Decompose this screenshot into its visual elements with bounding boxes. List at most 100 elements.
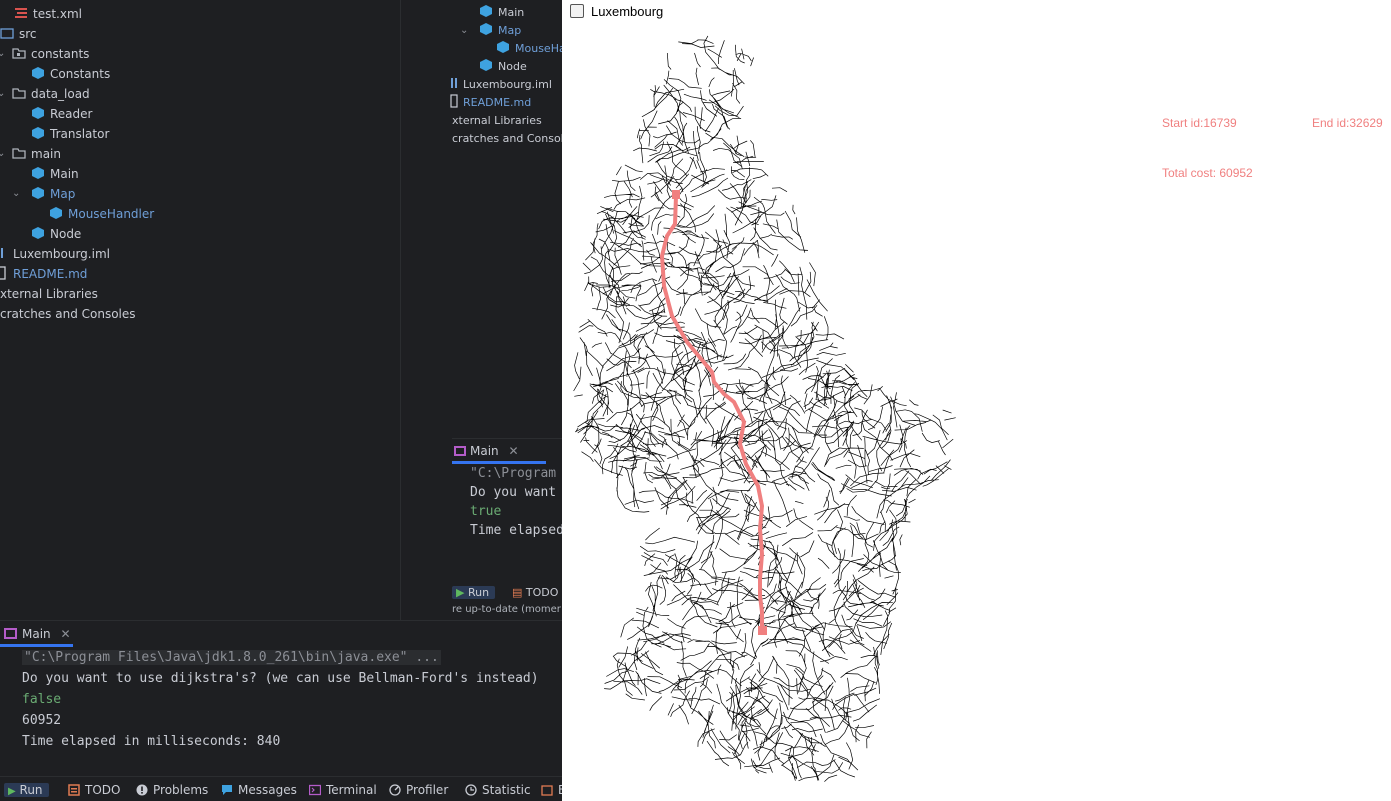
tool-label: Run — [19, 783, 43, 797]
mini-todo-tab[interactable]: ▤ TODO — [512, 583, 558, 603]
tab-label: Run — [467, 586, 490, 599]
tree-item-reader[interactable]: Reader — [31, 104, 92, 124]
tool-label: Terminal — [326, 783, 377, 797]
tree-item-src[interactable]: src — [0, 24, 37, 44]
java-app-icon — [570, 4, 584, 18]
mini-tree-item-external-libraries[interactable]: xternal Libraries — [452, 112, 542, 130]
tree-item-constants[interactable]: ⌄ constants — [0, 44, 90, 64]
todo-tool-button[interactable]: TODO — [68, 780, 120, 800]
run-panel: Main ✕ "C:\Program Files\Java\jdk1.8.0_2… — [0, 620, 562, 777]
tree-item-translator[interactable]: Translator — [31, 124, 109, 144]
class-icon — [479, 58, 493, 72]
mini-tree-item-mousehandler[interactable]: MouseHan — [496, 40, 562, 58]
class-icon — [479, 4, 493, 18]
console-line: true — [470, 504, 502, 519]
messages-icon — [221, 782, 233, 795]
class-icon — [31, 126, 45, 140]
close-icon[interactable]: ✕ — [508, 444, 518, 458]
class-icon — [479, 22, 493, 36]
source-folder-icon — [0, 26, 14, 40]
tree-item-main-package[interactable]: ⌄ main — [0, 144, 61, 164]
chevron-down-icon[interactable]: ⌄ — [12, 184, 20, 204]
console-line: Do you want to use dijkstra's? (we can u… — [22, 671, 539, 686]
class-icon — [31, 106, 45, 120]
tree-item-test-xml[interactable]: test.xml — [14, 4, 82, 24]
tree-item-label: README.md — [13, 267, 88, 281]
console-line: false — [22, 692, 62, 707]
road-network — [573, 35, 956, 782]
console-line: Do you want t — [470, 485, 562, 500]
tree-item-label: Main — [498, 6, 525, 19]
panel-divider[interactable] — [400, 0, 401, 620]
luxembourg-app-window: Luxembourg Start id:16739 End id:32629 T… — [562, 0, 1391, 801]
tool-label: Statistic — [482, 783, 531, 797]
tree-item-scratches[interactable]: cratches and Consoles — [0, 304, 136, 324]
console-line: Time elapsed in milliseconds: 840 — [22, 734, 281, 749]
window-title: Luxembourg — [591, 4, 664, 19]
tree-item-external-libraries[interactable]: xternal Libraries — [0, 284, 98, 304]
tree-item-iml[interactable]: Luxembourg.iml — [0, 244, 110, 264]
tree-item-label: src — [19, 27, 37, 41]
tree-item-label: Node — [498, 60, 527, 73]
chevron-down-icon[interactable]: ⌄ — [0, 44, 5, 64]
extra-tool-button[interactable]: E — [541, 780, 562, 800]
todo-icon: ▤ — [512, 586, 523, 599]
terminal-tool-button[interactable]: Terminal — [308, 780, 377, 800]
mini-run-bottom-tab[interactable]: ▶ Run — [452, 583, 496, 603]
mini-tree-item-readme[interactable]: README.md — [450, 94, 531, 112]
problems-tool-button[interactable]: Problems — [136, 780, 208, 800]
tree-item-label: Map — [498, 24, 522, 37]
start-node-marker — [672, 190, 680, 199]
messages-tool-button[interactable]: Messages — [221, 780, 297, 800]
xml-file-icon — [14, 6, 28, 20]
run-tab[interactable]: Main ✕ — [0, 622, 71, 646]
mini-tree-item-scratches[interactable]: cratches and Consoles — [452, 130, 562, 148]
mini-project-tree: Main ⌄ Map MouseHan Node Luxembourg.iml R… — [450, 0, 562, 150]
run-icon: ▶ — [8, 786, 16, 797]
console-line: 60952 — [22, 713, 62, 728]
tree-item-readme[interactable]: README.md — [0, 264, 87, 284]
folder-icon — [12, 86, 26, 100]
tree-item-main-class[interactable]: Main — [31, 164, 79, 184]
mini-run-tab[interactable]: Main ✕ — [452, 439, 519, 463]
statistic-tool-button[interactable]: Statistic — [465, 780, 531, 800]
module-file-icon — [0, 246, 8, 260]
run-tool-button[interactable]: ▶ Run — [4, 780, 49, 800]
tree-item-node[interactable]: Node — [31, 224, 81, 244]
tree-item-label: cratches and Consoles — [452, 132, 562, 145]
tree-item-label: MouseHandler — [68, 207, 155, 221]
tree-item-label: data_load — [31, 87, 90, 101]
tool-label: Problems — [153, 783, 209, 797]
tree-item-label: test.xml — [33, 7, 82, 21]
tree-item-label: Reader — [50, 107, 93, 121]
mini-run-panel: Main ✕ "C:\Program F Do you want t true … — [452, 438, 562, 619]
road-map-canvas[interactable] — [562, 24, 1391, 801]
tree-item-constants-class[interactable]: Constants — [31, 64, 110, 84]
module-file-icon — [450, 76, 458, 90]
console-line: "C:\Program F — [470, 466, 562, 481]
mini-tree-item-main[interactable]: Main — [479, 4, 524, 22]
profiler-tool-button[interactable]: Profiler — [389, 780, 448, 800]
chevron-down-icon[interactable]: ⌄ — [460, 22, 468, 40]
tree-item-data-load[interactable]: ⌄ data_load — [0, 84, 90, 104]
tree-item-label: Constants — [50, 67, 111, 81]
window-title-bar[interactable]: Luxembourg — [562, 0, 1391, 24]
tab-label: Main — [470, 444, 499, 458]
close-icon[interactable]: ✕ — [60, 627, 70, 641]
mini-tree-item-map[interactable]: ⌄ Map — [460, 22, 522, 40]
tree-item-label: constants — [31, 47, 90, 61]
class-icon — [31, 66, 45, 80]
status-text: re up-to-date (momer — [452, 604, 561, 615]
ide-window: test.xml src ⌄ constants Constants ⌄ dat… — [0, 0, 562, 801]
tree-item-map[interactable]: ⌄ Map — [12, 184, 75, 204]
console-command-line: "C:\Program Files\Java\jdk1.8.0_261\bin\… — [22, 648, 441, 668]
mini-tree-item-node[interactable]: Node — [479, 58, 527, 76]
total-cost-label: Total cost: 60952 — [1162, 166, 1253, 180]
tree-item-mousehandler[interactable]: MouseHandler — [49, 204, 154, 224]
tool-window-bar: ▶ Run TODO Problems Messages Terminal Pr… — [0, 776, 562, 801]
chevron-down-icon[interactable]: ⌄ — [0, 144, 5, 164]
command-text: "C:\Program Files\Java\jdk1.8.0_261\bin\… — [22, 650, 441, 665]
class-icon — [31, 226, 45, 240]
chevron-down-icon[interactable]: ⌄ — [0, 84, 5, 104]
mini-tree-item-iml[interactable]: Luxembourg.iml — [450, 76, 552, 94]
